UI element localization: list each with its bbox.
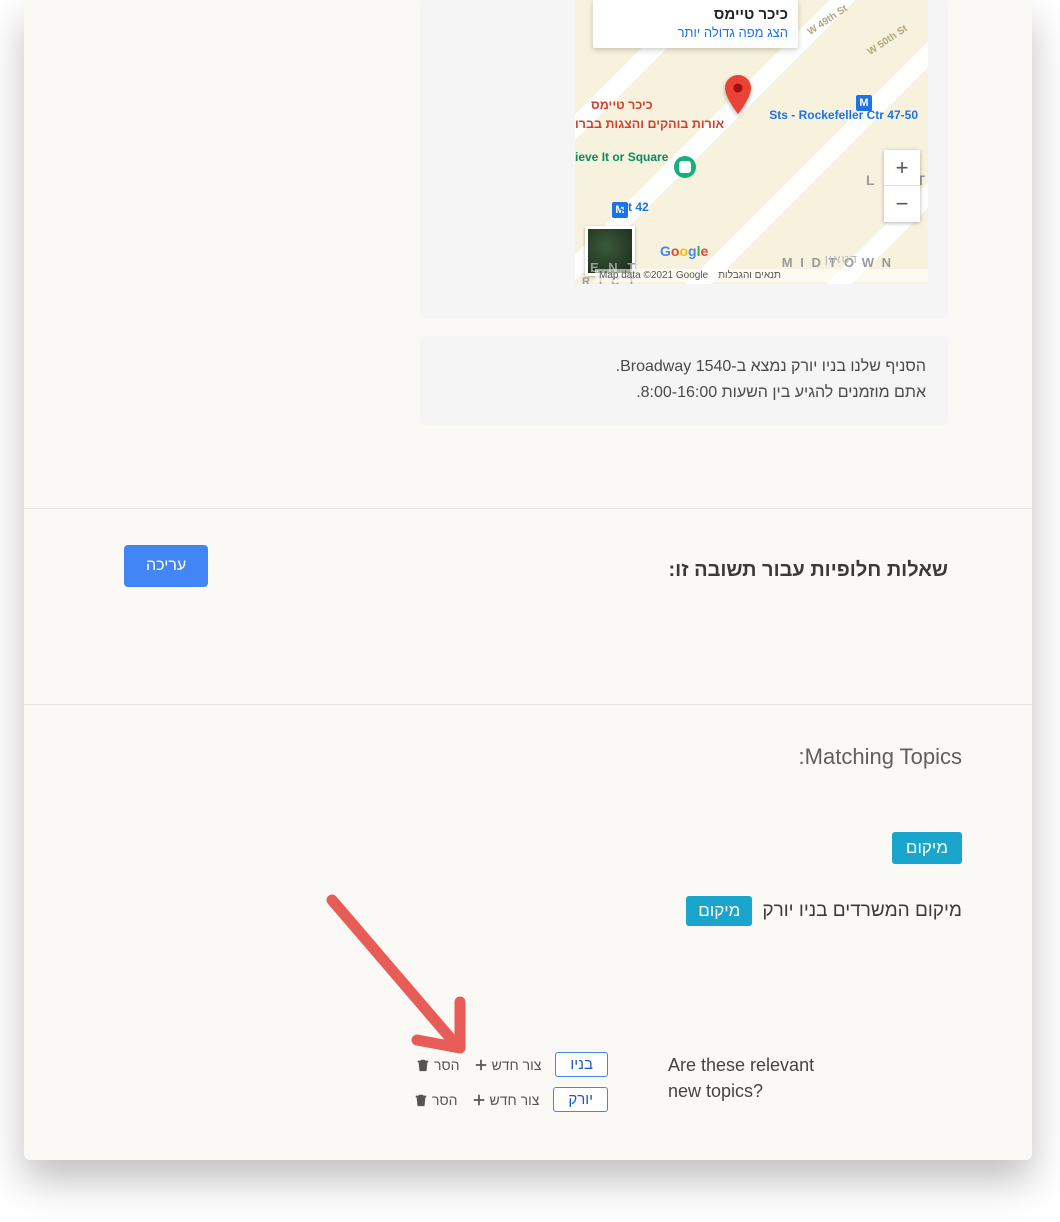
map-poi-label: 42 St: [620, 200, 649, 214]
answer-bubble: הסניף שלנו בניו יורק נמצא ב-1540 Broadwa…: [420, 336, 948, 425]
map-zoom-controls: + −: [884, 150, 920, 222]
plus-icon: [472, 1093, 486, 1107]
map-poi-label: 47-50 Sts - Rockefeller Ctr: [769, 108, 918, 123]
map-terms-link[interactable]: תנאים והגבלות: [718, 270, 781, 281]
topic-entry-text: מיקום המשרדים בניו יורק: [762, 900, 962, 922]
candidate-row: יורק צור חדש הסר: [414, 1087, 608, 1112]
map-info-card: כיכר טיימס הצג מפה גדולה יותר: [593, 0, 798, 48]
map-info-title: כיכר טיימס: [603, 6, 788, 23]
matching-topics-title: Matching Topics:: [124, 744, 962, 770]
map-view-larger-link[interactable]: הצג מפה גדולה יותר: [603, 25, 788, 40]
new-topics-prompt: Are these relevant new topics?: [668, 1052, 948, 1104]
alt-questions-title: שאלות חלופיות עבור תשובה זו:: [669, 559, 948, 582]
alt-questions-section: שאלות חלופיות עבור תשובה זו: עריכה: [24, 545, 1032, 587]
street-label: W 50th St: [866, 23, 910, 58]
map-poi-label: כיכר טיימס: [591, 98, 653, 113]
topic-tag[interactable]: מיקום: [892, 832, 962, 864]
map-container: W 49th St W 50th St כיכר טיימס הצג מפה ג…: [420, 0, 948, 318]
create-new-button[interactable]: צור חדש: [472, 1092, 540, 1108]
divider: [24, 508, 1032, 509]
zoom-in-button[interactable]: +: [884, 150, 920, 186]
trash-icon: [414, 1093, 428, 1107]
candidate-chip[interactable]: בניו: [555, 1052, 608, 1077]
matching-topics-section: Matching Topics: מיקום מיקום המשרדים בני…: [24, 744, 1032, 926]
zoom-out-button[interactable]: −: [884, 186, 920, 222]
trash-icon: [416, 1058, 430, 1072]
candidate-list: בניו צור חדש הסר יורק צור חדש הסר: [414, 1052, 608, 1112]
embedded-map[interactable]: W 49th St W 50th St כיכר טיימס הצג מפה ג…: [575, 0, 928, 284]
remove-button[interactable]: הסר: [416, 1057, 460, 1073]
map-data-attrib: Map data ©2021 Google: [599, 270, 708, 281]
map-area-label: דטאון: [825, 252, 858, 266]
candidate-row: בניו צור חדש הסר: [414, 1052, 608, 1077]
google-logo: Google: [660, 243, 708, 259]
camera-icon: [674, 156, 696, 178]
street-label: W 49th St: [806, 3, 850, 38]
candidate-chip[interactable]: יורק: [553, 1087, 608, 1112]
map-poi-sublabel: אורות בוהקים והצגות בברו: [575, 117, 724, 132]
content-panel: W 49th St W 50th St כיכר טיימס הצג מפה ג…: [24, 0, 1032, 1160]
plus-icon: [474, 1058, 488, 1072]
divider: [24, 704, 1032, 705]
edit-button[interactable]: עריכה: [124, 545, 208, 587]
remove-button[interactable]: הסר: [414, 1092, 458, 1108]
topic-tag[interactable]: מיקום: [686, 896, 752, 926]
answer-line: הסניף שלנו בניו יורק נמצא ב-1540 Broadwa…: [442, 354, 926, 380]
map-pin-icon: [725, 75, 751, 113]
create-new-button[interactable]: צור חדש: [474, 1057, 542, 1073]
topic-entry: מיקום המשרדים בניו יורק מיקום: [124, 896, 962, 926]
new-topics-section: Are these relevant new topics? בניו צור …: [108, 1052, 948, 1112]
map-attribution: Map data ©2021 Google תנאים והגבלות: [595, 269, 928, 282]
map-poi-label: ieve It or Square: [575, 150, 698, 164]
answer-line: אתם מוזמנים להגיע בין השעות 8:00-16:00.: [442, 380, 926, 406]
